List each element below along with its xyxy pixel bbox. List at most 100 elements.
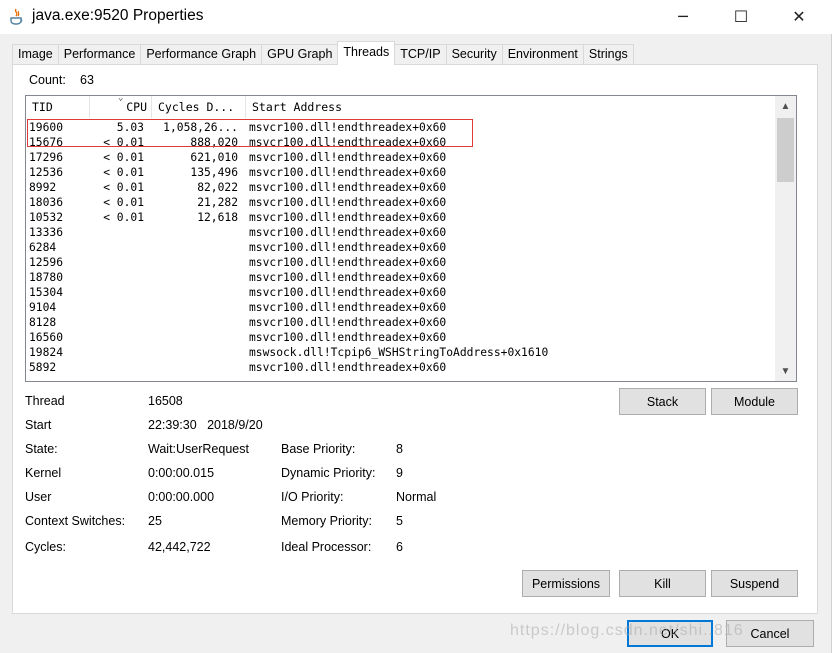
- permissions-button[interactable]: Permissions: [522, 570, 610, 597]
- thread-tid-cell: 19600: [29, 121, 64, 134]
- thread-row[interactable]: 10532 < 0.01 12,618 msvcr100.dll!endthreade…: [26, 210, 775, 225]
- tab-security[interactable]: Security: [445, 44, 503, 65]
- thread-tid-cell: 9104: [29, 301, 57, 314]
- thread-start-address-cell: msvcr100.dll!endthreadex+0x60: [249, 151, 447, 164]
- dynamic-priority-value: 9: [396, 466, 403, 480]
- context-switches-value: 25: [148, 514, 162, 528]
- thread-start-address-cell: mswsock.dll!Tcpip6_WSHStringToAddress+0x…: [249, 346, 549, 359]
- thread-cycles-cell: 21,282: [197, 196, 238, 209]
- tab-performance[interactable]: Performance: [57, 44, 142, 65]
- thread-row[interactable]: 16560 msvcr100.dll!endthreadex+0x60: [26, 330, 775, 345]
- thread-cpu-cell: < 0.01: [103, 151, 144, 164]
- thread-row[interactable]: 12536 < 0.01 135,496 msvcr100.dll!endthread…: [26, 165, 775, 180]
- thread-row[interactable]: 8992 < 0.01 82,022 msvcr100.dll!endthreadex…: [26, 180, 775, 195]
- maximize-button[interactable]: ☐: [718, 0, 764, 32]
- kill-button[interactable]: Kill: [619, 570, 706, 597]
- thread-row[interactable]: 9104 msvcr100.dll!endthreadex+0x60: [26, 300, 775, 315]
- thread-start-address-cell: msvcr100.dll!endthreadex+0x60: [249, 121, 447, 134]
- ok-button[interactable]: OK: [627, 620, 713, 647]
- thread-start-address-cell: msvcr100.dll!endthreadex+0x60: [249, 331, 447, 344]
- thread-row[interactable]: 19600 5.03 1,058,26... msvcr100.dll!endthre…: [26, 120, 775, 135]
- scroll-down-icon[interactable]: ▼: [775, 361, 796, 381]
- thread-start-address-cell: msvcr100.dll!endthreadex+0x60: [249, 361, 447, 374]
- ideal-processor-value: 6: [396, 540, 403, 554]
- user-label: User: [25, 490, 52, 504]
- minimize-button[interactable]: ─: [660, 0, 706, 32]
- thread-list-scrollbar[interactable]: ▲ ▼: [775, 96, 796, 381]
- context-switches-label: Context Switches:: [25, 514, 126, 528]
- tab-strip: Image Performance Performance Graph GPU …: [12, 41, 634, 65]
- thread-tid-cell: 15676: [29, 136, 64, 149]
- base-priority-label: Base Priority:: [281, 442, 356, 456]
- thread-start-address-cell: msvcr100.dll!endthreadex+0x60: [249, 301, 447, 314]
- column-header-tid[interactable]: TID: [26, 96, 90, 118]
- scroll-thumb[interactable]: [777, 118, 794, 182]
- thread-row[interactable]: [26, 375, 775, 381]
- thread-list-header: TID CPU ⌄ Cycles D... Start Address: [26, 96, 775, 118]
- thread-row[interactable]: 15676 < 0.01 888,020 msvcr100.dll!endthread…: [26, 135, 775, 150]
- thread-row[interactable]: 19824 mswsock.dll!Tcpip6_WSHStringToAddre…: [26, 345, 775, 360]
- thread-row[interactable]: 6284 msvcr100.dll!endthreadex+0x60: [26, 240, 775, 255]
- io-priority-value: Normal: [396, 490, 437, 504]
- thread-row[interactable]: 8128 msvcr100.dll!endthreadex+0x60: [26, 315, 775, 330]
- start-value: 22:39:30 2018/9/20: [148, 418, 263, 432]
- thread-tid-cell: 10532: [29, 211, 64, 224]
- cancel-button[interactable]: Cancel: [726, 620, 814, 647]
- thread-tid-cell: 8992: [29, 181, 57, 194]
- cycles-value: 42,442,722: [148, 540, 211, 554]
- tab-gpu-graph[interactable]: GPU Graph: [261, 44, 339, 65]
- memory-priority-value: 5: [396, 514, 403, 528]
- thread-cpu-cell: 5.03: [116, 121, 144, 134]
- tab-environment[interactable]: Environment: [501, 44, 584, 65]
- properties-window: java.exe:9520 Properties ─ ☐ ✕ Image Per…: [0, 0, 832, 653]
- start-label: Start: [25, 418, 52, 432]
- thread-row[interactable]: 12596 msvcr100.dll!endthreadex+0x60: [26, 255, 775, 270]
- column-header-cycles-delta[interactable]: Cycles D...: [152, 96, 246, 118]
- tab-performance-graph[interactable]: Performance Graph: [140, 44, 263, 65]
- thread-row[interactable]: 15304 msvcr100.dll!endthreadex+0x60: [26, 285, 775, 300]
- memory-priority-label: Memory Priority:: [281, 514, 372, 528]
- thread-row[interactable]: 5892 msvcr100.dll!endthreadex+0x60: [26, 360, 775, 375]
- thread-row[interactable]: 17296 < 0.01 621,010 msvcr100.dll!endthread…: [26, 150, 775, 165]
- thread-start-address-cell: msvcr100.dll!endthreadex+0x60: [249, 166, 447, 179]
- thread-start-address-cell: msvcr100.dll!endthreadex+0x60: [249, 316, 447, 329]
- thread-tid-cell: 18780: [29, 271, 64, 284]
- close-button[interactable]: ✕: [776, 0, 822, 32]
- thread-rows: 19600 5.03 1,058,26... msvcr100.dll!endthre…: [26, 120, 775, 381]
- tab-threads[interactable]: Threads: [337, 41, 396, 65]
- thread-row[interactable]: 13336 msvcr100.dll!endthreadex+0x60: [26, 225, 775, 240]
- thread-start-address-cell: msvcr100.dll!endthreadex+0x60: [249, 196, 447, 209]
- thread-tid-cell: 6284: [29, 241, 57, 254]
- thread-tid-cell: 18036: [29, 196, 64, 209]
- thread-cycles-cell: 135,496: [190, 166, 238, 179]
- thread-tid-cell: 17296: [29, 151, 64, 164]
- thread-count-label: Count:: [29, 73, 66, 87]
- thread-cpu-cell: < 0.01: [103, 196, 144, 209]
- thread-cycles-cell: 12,618: [197, 211, 238, 224]
- thread-tid-cell: 19824: [29, 346, 64, 359]
- thread-row[interactable]: 18036 < 0.01 21,282 msvcr100.dll!endthreade…: [26, 195, 775, 210]
- tab-tcp-ip[interactable]: TCP/IP: [394, 44, 447, 65]
- thread-start-address-cell: msvcr100.dll!endthreadex+0x60: [249, 226, 447, 239]
- thread-tid-cell: 8128: [29, 316, 57, 329]
- thread-cycles-cell: 1,058,26...: [163, 121, 238, 134]
- stack-button[interactable]: Stack: [619, 388, 706, 415]
- thread-start-address-cell: msvcr100.dll!endthreadex+0x60: [249, 286, 447, 299]
- kernel-label: Kernel: [25, 466, 62, 480]
- thread-start-address-cell: msvcr100.dll!endthreadex+0x60: [249, 241, 447, 254]
- thread-row[interactable]: 18780 msvcr100.dll!endthreadex+0x60: [26, 270, 775, 285]
- thread-start-address-cell: msvcr100.dll!endthreadex+0x60: [249, 271, 447, 284]
- scroll-up-icon[interactable]: ▲: [775, 96, 796, 116]
- thread-value: 16508: [148, 394, 183, 408]
- sort-descending-icon: ⌄: [118, 95, 124, 103]
- suspend-button[interactable]: Suspend: [711, 570, 798, 597]
- tab-image[interactable]: Image: [12, 44, 59, 65]
- tab-strings[interactable]: Strings: [582, 44, 634, 65]
- column-header-start-address[interactable]: Start Address: [246, 96, 775, 118]
- thread-list[interactable]: TID CPU ⌄ Cycles D... Start Address 1960…: [25, 95, 797, 382]
- thread-tid-cell: 13336: [29, 226, 64, 239]
- thread-cycles-cell: 621,010: [190, 151, 238, 164]
- title-bar[interactable]: java.exe:9520 Properties ─ ☐ ✕: [0, 0, 832, 34]
- thread-cpu-cell: < 0.01: [103, 136, 144, 149]
- module-button[interactable]: Module: [711, 388, 798, 415]
